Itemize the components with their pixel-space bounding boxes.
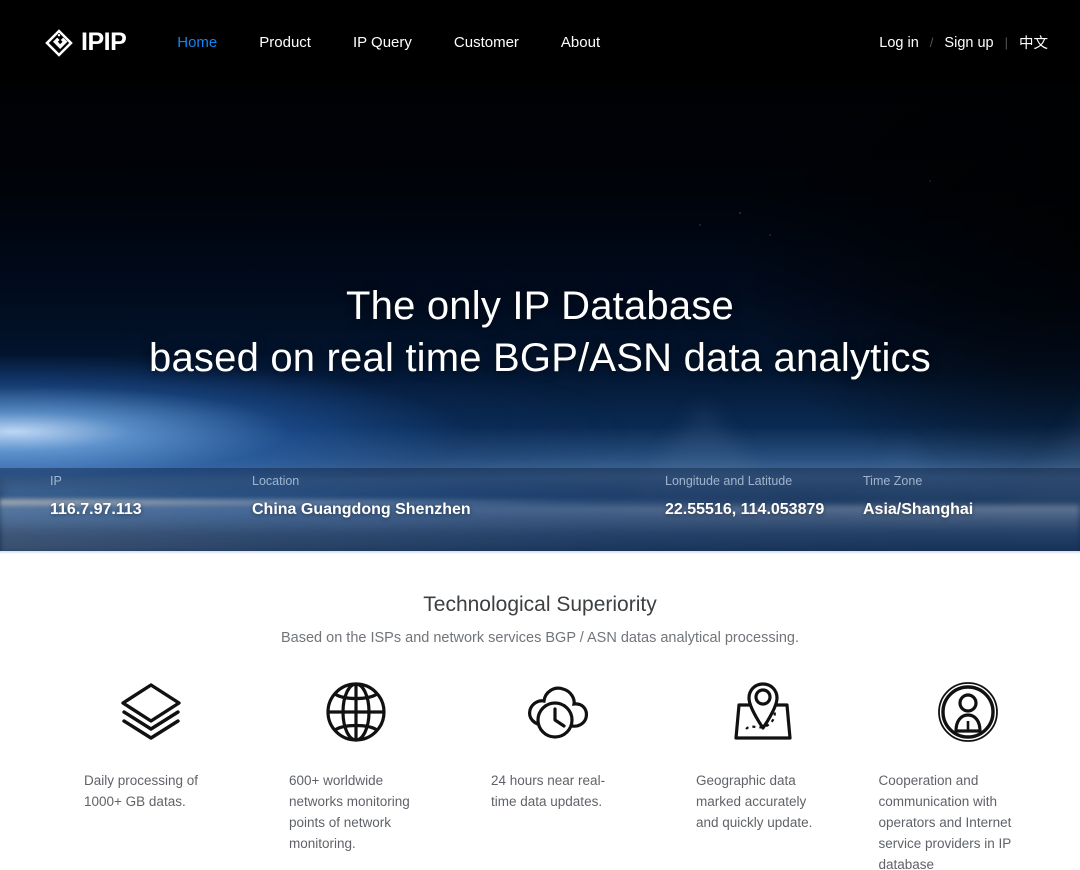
hero-title-line-2: based on real time BGP/ASN data analytic… [149, 336, 931, 380]
hero-title-line-1: The only IP Database [346, 284, 734, 328]
timezone-field: Time Zone Asia/Shanghai [863, 468, 973, 519]
section-title: Technological Superiority [423, 593, 657, 616]
language-switch-link[interactable]: 中文 [1019, 32, 1048, 53]
map-pin-icon [728, 678, 798, 746]
feature-caption: 24 hours near real-time data updates. [491, 773, 606, 809]
ip-field-label: IP [50, 474, 62, 488]
technological-superiority-section: Technological Superiority Based on the I… [0, 553, 1080, 870]
hero-copy: The only IP Database based on real time … [0, 85, 1080, 384]
site-logo[interactable]: IPIP [44, 28, 127, 58]
user-circle-icon [933, 678, 1003, 746]
ip-field: IP 116.7.97.113 [50, 468, 142, 519]
coordinates-field: Longitude and Latitude 22.55516, 114.053… [665, 468, 824, 519]
nav-item-customer[interactable]: Customer [433, 0, 540, 85]
nav-item-ip-query[interactable]: IP Query [332, 0, 433, 85]
nav-item-home[interactable]: Home [156, 0, 238, 85]
primary-nav-links: Home Product IP Query Customer About [156, 0, 621, 85]
coordinates-field-value: 22.55516, 114.053879 [665, 501, 825, 518]
feature-item-daily-processing: Daily processing of 1000+ GB datas. [48, 678, 253, 812]
feature-caption: Cooperation and communication with opera… [878, 773, 1012, 870]
login-link[interactable]: Log in [879, 35, 919, 51]
nav-item-about[interactable]: About [540, 0, 621, 85]
feature-list: Daily processing of 1000+ GB datas. 600+… [0, 678, 1080, 870]
feature-caption: Geographic data marked accurately and qu… [696, 773, 813, 830]
nav-divider-1: / [929, 35, 934, 50]
visitor-ip-info-bar: IP 116.7.97.113 Location China Guangdong… [0, 468, 1080, 553]
hero-bottom-edge [0, 551, 1080, 555]
feature-item-realtime-updates: 24 hours near real-time data updates. [455, 678, 660, 812]
feature-item-geographic-data: Geographic data marked accurately and qu… [660, 678, 865, 833]
location-field-label: Location [252, 474, 300, 488]
feature-item-worldwide-monitoring: 600+ worldwide networks monitoring point… [253, 678, 458, 854]
nav-item-product[interactable]: Product [238, 0, 332, 85]
nav-divider-2: | [1004, 35, 1008, 50]
account-nav: Log in / Sign up | 中文 [879, 32, 1048, 53]
layers-stack-icon [116, 678, 186, 746]
timezone-field-label: Time Zone [863, 474, 923, 488]
location-field: Location China Guangdong Shenzhen [252, 468, 471, 519]
feature-caption: Daily processing of 1000+ GB datas. [84, 773, 199, 809]
timezone-field-value: Asia/Shanghai [863, 501, 974, 518]
ipip-diamond-logo-icon [45, 28, 73, 57]
ip-field-value: 116.7.97.113 [50, 501, 142, 518]
globe-grid-icon [321, 678, 391, 746]
logo-text: IPIP [81, 28, 127, 56]
cloud-clock-icon [523, 678, 593, 746]
section-subtitle: Based on the ISPs and network services B… [281, 630, 799, 646]
feature-caption: 600+ worldwide networks monitoring point… [289, 773, 410, 851]
top-navigation-bar: IPIP Home Product IP Query Customer Abou… [0, 0, 1080, 85]
location-field-value: China Guangdong Shenzhen [252, 501, 471, 518]
feature-item-cooperation: Cooperation and communication with opera… [865, 678, 1070, 870]
signup-link[interactable]: Sign up [944, 35, 993, 51]
coordinates-field-label: Longitude and Latitude [665, 474, 793, 488]
